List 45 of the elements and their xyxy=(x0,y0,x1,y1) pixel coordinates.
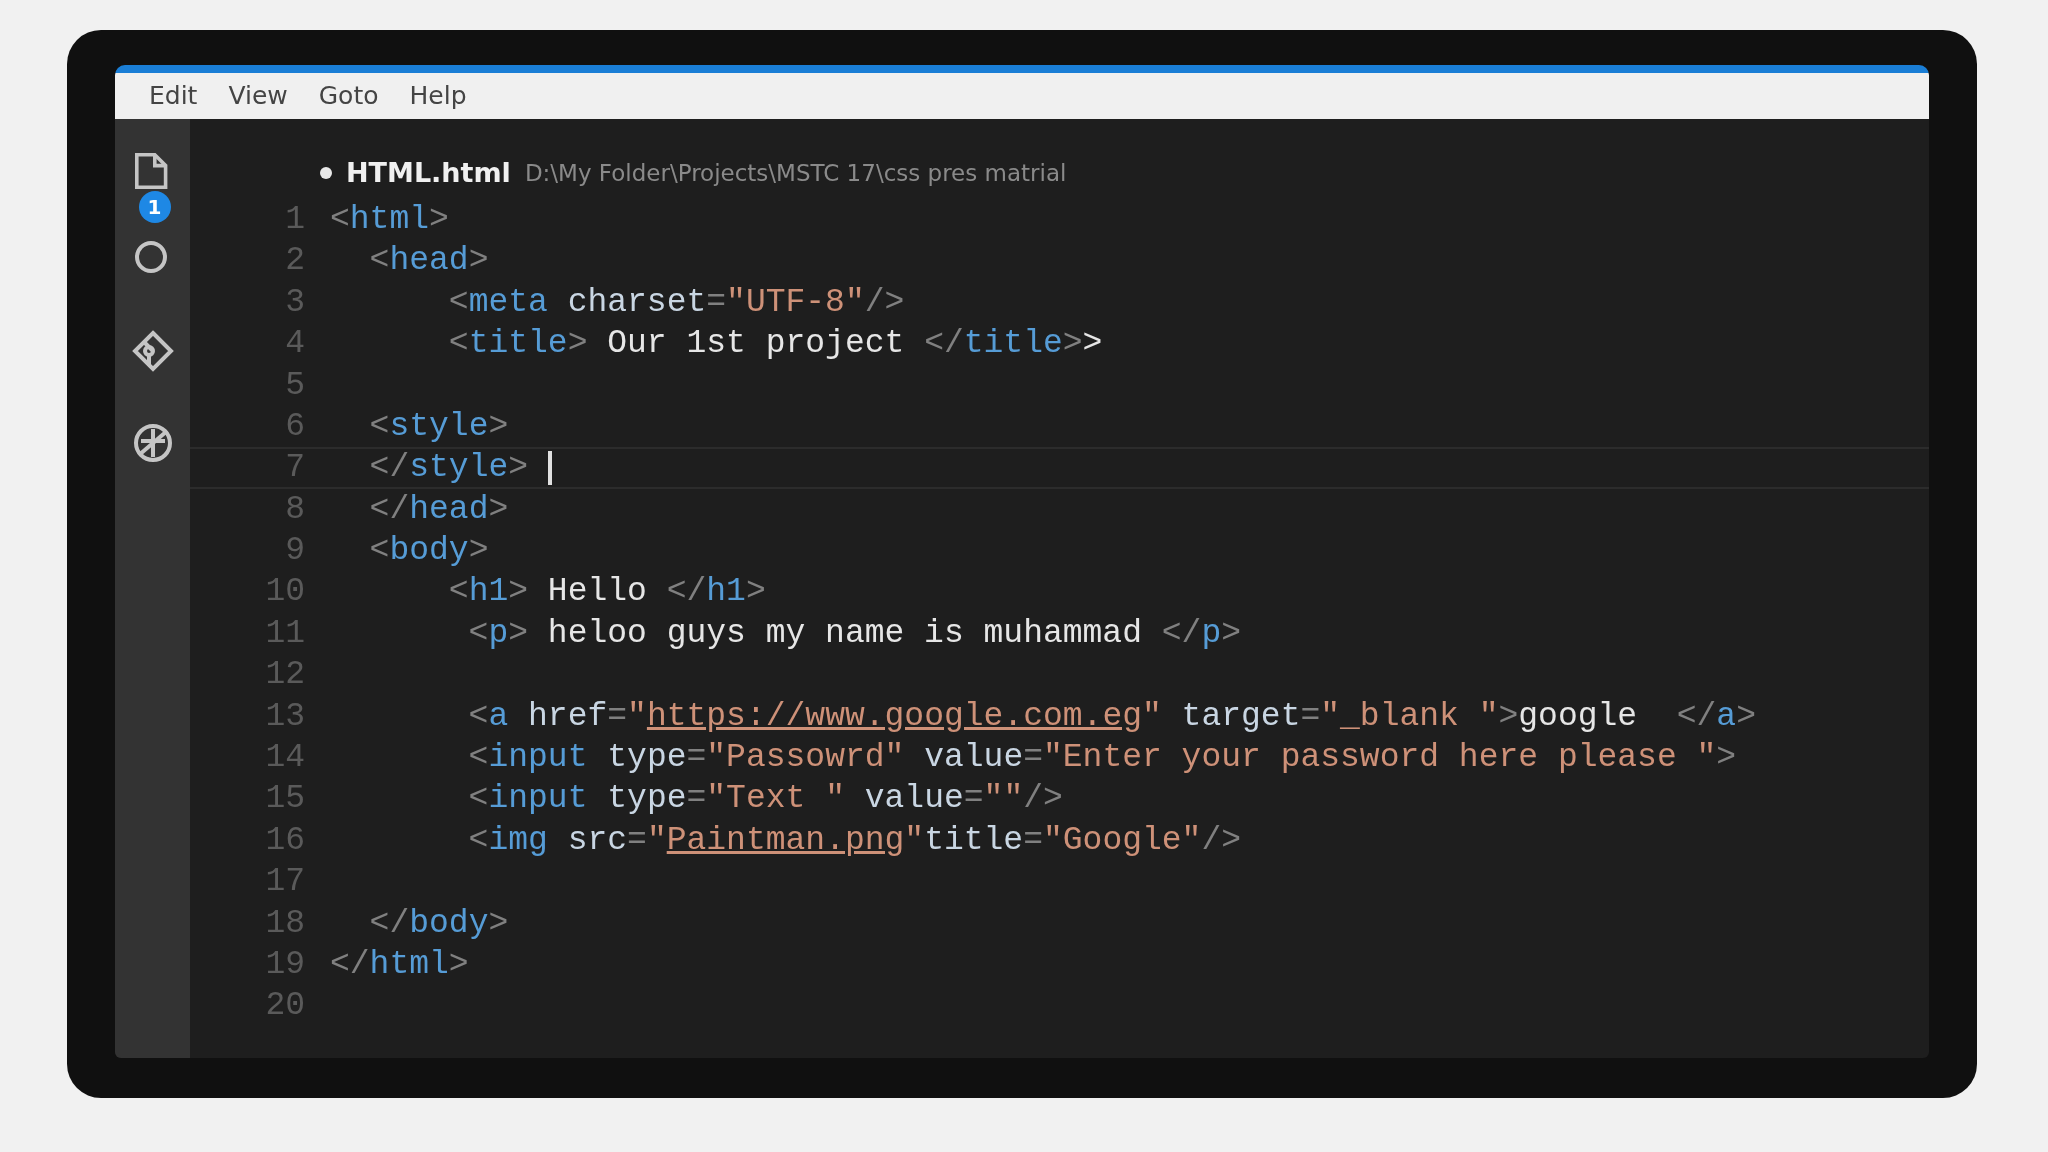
code-line: <title> Our 1st project </title>> xyxy=(447,324,1103,365)
code-line: </style> xyxy=(368,448,530,489)
line-number: 14 xyxy=(264,738,306,779)
code-line: <input type="Passowrd" value="Enter your password here please "> xyxy=(467,738,1737,779)
line-number: 5 xyxy=(284,365,306,406)
line-number: 13 xyxy=(264,696,306,737)
code-line: <head> xyxy=(368,241,489,282)
line-number: 11 xyxy=(264,613,306,654)
line-number: 17 xyxy=(264,862,306,903)
code-line: <img src="Paintman.png"title="Google"/> xyxy=(467,820,1242,861)
code-line: </body> xyxy=(368,903,509,944)
line-number: 19 xyxy=(264,945,306,985)
line-number: 8 xyxy=(284,489,306,530)
line-number: 4 xyxy=(284,324,306,365)
line-number: 6 xyxy=(284,406,306,447)
code-line: <a href="https://www.google.com.eg" target="_blank ">google </a> xyxy=(467,696,1756,737)
code-line: <html> xyxy=(330,199,449,240)
line-number: 15 xyxy=(264,779,306,820)
file-name[interactable]: HTML.html xyxy=(346,152,511,194)
line-number: 20 xyxy=(264,986,306,1027)
menu-item[interactable]: Edit xyxy=(149,77,198,115)
text-cursor xyxy=(547,451,552,486)
code-line: </head> xyxy=(368,489,509,530)
code-line: </html> xyxy=(330,945,469,985)
line-number: 2 xyxy=(284,241,306,282)
code-line: <h1> Hello </h1> xyxy=(447,572,766,613)
code-line: <meta charset="UTF-8"/> xyxy=(447,282,905,323)
line-number: 3 xyxy=(284,282,306,323)
file-path: D:\My Folder\Projects\MSTC 17\css pres matrial xyxy=(524,158,1067,188)
line-number: 9 xyxy=(284,531,306,572)
line-number: 12 xyxy=(264,655,306,696)
line-number: 7 xyxy=(284,448,306,489)
code-line: <style> xyxy=(368,406,509,447)
menu-item[interactable]: View xyxy=(228,77,288,115)
line-number: 1 xyxy=(284,199,306,240)
code-line: <input type="Text " value=""/> xyxy=(467,779,1063,820)
notification-badge: 1 xyxy=(138,191,171,223)
menu-item[interactable]: Goto xyxy=(318,77,379,115)
line-number: 16 xyxy=(264,820,306,861)
line-number: 18 xyxy=(264,903,306,944)
code-line: <p> heloo guys my name is muhammad </p> xyxy=(467,613,1241,654)
line-number: 10 xyxy=(264,572,306,613)
menu-item[interactable]: Help xyxy=(409,77,467,115)
branch-icon[interactable] xyxy=(130,329,175,373)
code-line: <body> xyxy=(368,531,489,572)
